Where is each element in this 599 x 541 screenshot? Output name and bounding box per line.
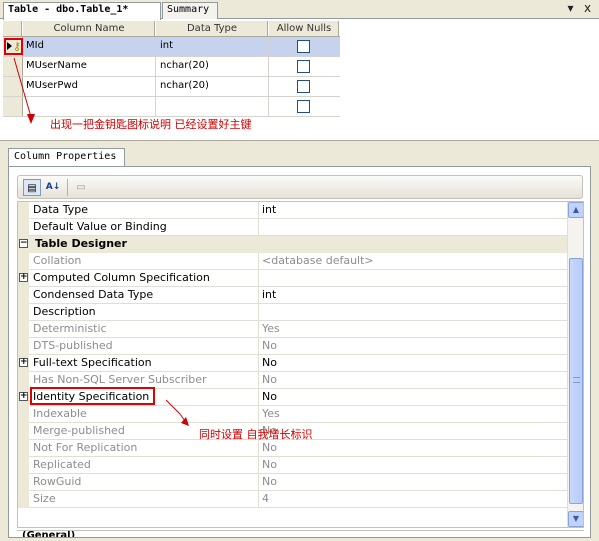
identity-annotation-arrow	[165, 399, 189, 426]
identity-annotation: 同时设置 自我增长标识	[199, 428, 313, 441]
